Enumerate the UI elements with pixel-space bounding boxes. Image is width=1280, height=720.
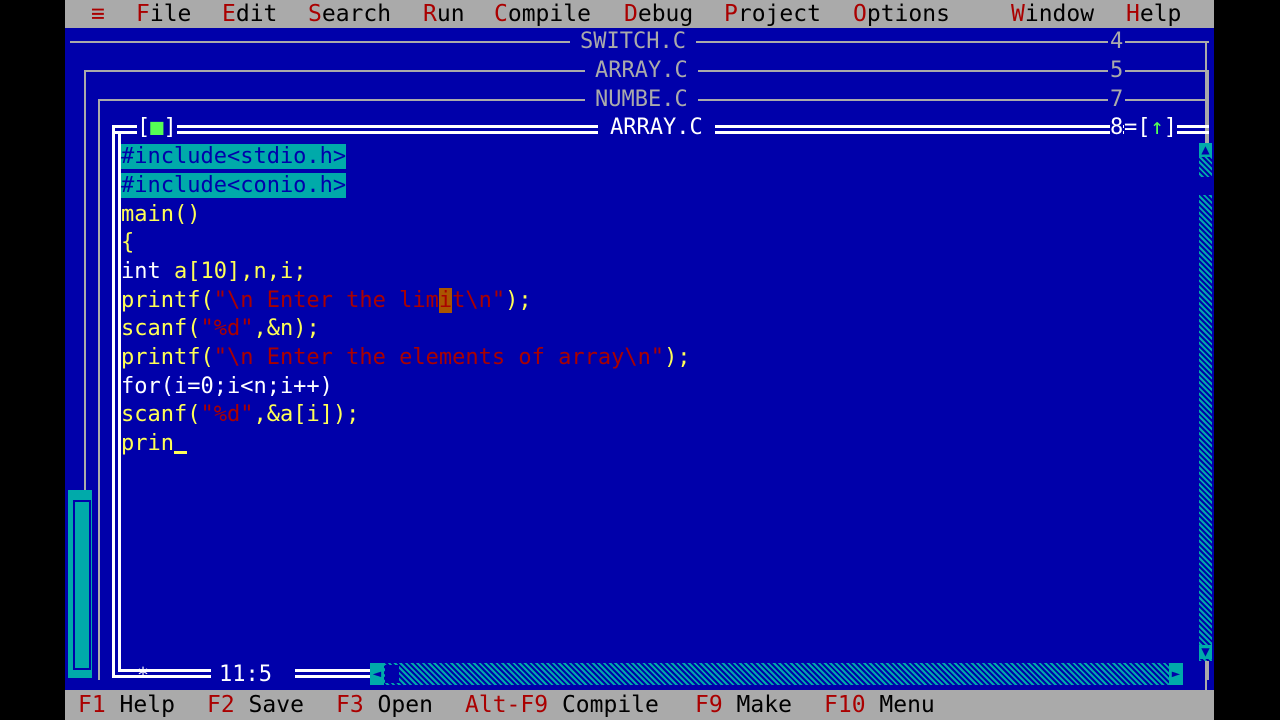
close-icon: ■	[150, 115, 164, 140]
menu-file[interactable]: File	[136, 0, 191, 28]
zoom-window-button[interactable]: =[↑]	[1124, 115, 1177, 141]
text-cursor-highlight: i	[438, 288, 453, 313]
vertical-scroll-thumb[interactable]	[1199, 177, 1212, 195]
status-bar: F1 Help F2 Save F3 Open Alt-F9 Compile F…	[65, 690, 1214, 720]
code-line-3[interactable]: main()	[121, 201, 200, 229]
active-window-bottom-border	[112, 675, 212, 678]
window-title-numbe[interactable]: NUMBE.C	[585, 87, 698, 113]
zoom-arrow-icon: ↑	[1150, 115, 1164, 140]
menu-search[interactable]: Search	[308, 0, 391, 28]
code-editor[interactable]: #include<stdio.h> #include<conio.h> main…	[121, 143, 1197, 663]
code-line-9[interactable]: for(i=0;i<n;i++)	[121, 373, 333, 401]
active-window-bottom-border-r	[295, 675, 370, 678]
horizontal-scrollbar[interactable]	[370, 663, 1183, 685]
menu-bar: ≡ File Edit Search Run Compile Debug Pro…	[65, 0, 1214, 28]
code-line-4[interactable]: {	[121, 229, 134, 257]
scroll-left-arrow-icon[interactable]: ◄	[370, 663, 384, 685]
menu-debug[interactable]: Debug	[624, 0, 693, 28]
modified-marker: *	[137, 663, 150, 687]
code-line-11[interactable]: prin	[121, 430, 187, 458]
status-open[interactable]: F3 Open	[336, 690, 433, 720]
window-title-array-bg[interactable]: ARRAY.C	[585, 58, 698, 84]
system-menu-icon[interactable]: ≡	[91, 0, 105, 28]
status-menu[interactable]: F10 Menu	[824, 690, 935, 720]
status-make[interactable]: F9 Make	[695, 690, 792, 720]
status-help[interactable]: F1 Help	[78, 690, 175, 720]
code-line-8[interactable]: printf("\n Enter the elements of array\n…	[121, 344, 691, 372]
menu-window[interactable]: Window	[1011, 0, 1094, 28]
window-number-array-bg: 5	[1108, 58, 1126, 84]
code-line-1[interactable]: #include<stdio.h>	[121, 143, 347, 171]
code-line-2[interactable]: #include<conio.h>	[121, 172, 347, 200]
hidden-window-inner	[73, 500, 91, 670]
text-caret	[173, 451, 187, 454]
vertical-scrollbar[interactable]	[1199, 143, 1212, 661]
menu-run[interactable]: Run	[423, 0, 465, 28]
close-window-button[interactable]: [■]	[137, 115, 177, 141]
code-line-10[interactable]: scanf("%d",&a[i]);	[121, 401, 359, 429]
window-number-numbe: 7	[1108, 87, 1126, 113]
status-save[interactable]: F2 Save	[207, 690, 304, 720]
window-title-switch[interactable]: SWITCH.C	[570, 29, 696, 55]
horizontal-scroll-thumb[interactable]	[385, 665, 399, 683]
active-window-number: 8	[1110, 115, 1124, 141]
active-window-title: ARRAY.C	[598, 115, 715, 141]
active-window-bottom-border-r2	[295, 669, 370, 672]
window-number-switch: 4	[1108, 29, 1126, 55]
cursor-position: 11:5	[211, 662, 280, 688]
menu-edit[interactable]: Edit	[222, 0, 277, 28]
menu-help[interactable]: Help	[1126, 0, 1181, 28]
menu-project[interactable]: Project	[724, 0, 821, 28]
active-window-left-border	[112, 125, 115, 678]
scroll-up-arrow-icon[interactable]: ▲	[1199, 143, 1212, 157]
code-line-7[interactable]: scanf("%d",&n);	[121, 315, 320, 343]
code-line-6[interactable]: printf("\n Enter the limit\n");	[121, 287, 532, 315]
status-compile[interactable]: Alt-F9 Compile	[465, 690, 659, 720]
code-line-5[interactable]: int a[10],n,i;	[121, 258, 306, 286]
active-window-bottom-border-2	[118, 669, 212, 672]
menu-compile[interactable]: Compile	[494, 0, 591, 28]
scroll-right-arrow-icon[interactable]: ►	[1169, 663, 1183, 685]
turbo-c-ide: ≡ File Edit Search Run Compile Debug Pro…	[65, 0, 1214, 720]
scroll-down-arrow-icon[interactable]: ▼	[1199, 645, 1212, 659]
menu-options[interactable]: Options	[853, 0, 950, 28]
